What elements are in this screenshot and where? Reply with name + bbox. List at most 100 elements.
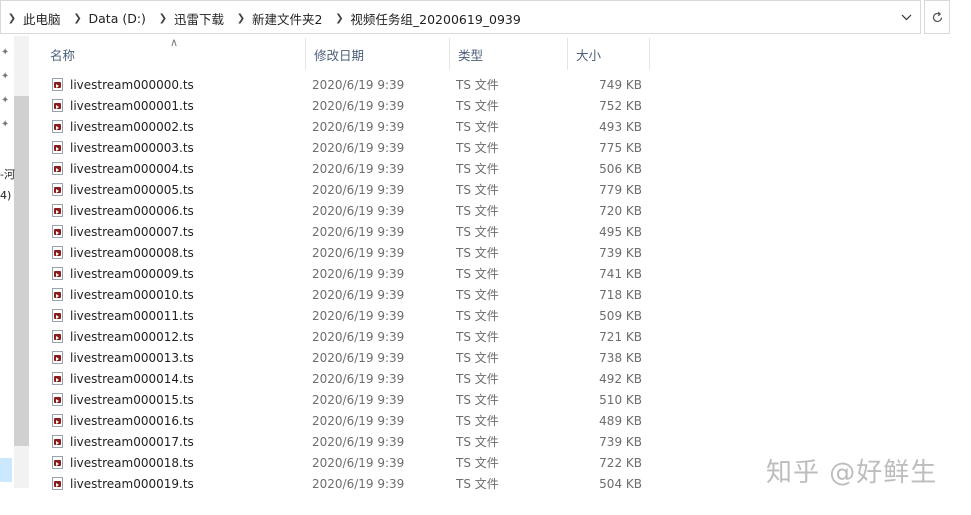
- file-name-cell[interactable]: livestream000019.ts: [52, 477, 194, 491]
- file-name[interactable]: livestream000012.ts: [70, 330, 194, 344]
- file-name[interactable]: livestream000009.ts: [70, 267, 194, 281]
- column-header-date[interactable]: 修改日期: [306, 38, 450, 70]
- file-row[interactable]: livestream000004.ts 2020/6/19 9:39 TS 文件 50…: [42, 158, 662, 179]
- file-row[interactable]: livestream000012.ts 2020/6/19 9:39 TS 文件 72…: [42, 326, 662, 347]
- file-name-cell[interactable]: livestream000003.ts: [52, 141, 194, 155]
- address-history-dropdown[interactable]: [892, 1, 920, 33]
- chevron-right-icon[interactable]: ❯: [156, 13, 170, 24]
- file-name[interactable]: livestream000010.ts: [70, 288, 194, 302]
- file-name-cell[interactable]: livestream000000.ts: [52, 78, 194, 92]
- file-name[interactable]: livestream000016.ts: [70, 414, 194, 428]
- file-date: 2020/6/19 9:39: [312, 182, 405, 197]
- file-row[interactable]: livestream000007.ts 2020/6/19 9:39 TS 文件 49…: [42, 221, 662, 242]
- file-row[interactable]: livestream000002.ts 2020/6/19 9:39 TS 文件 49…: [42, 116, 662, 137]
- column-header-type[interactable]: 类型: [450, 38, 568, 70]
- refresh-icon: [932, 11, 942, 22]
- file-row[interactable]: livestream000009.ts 2020/6/19 9:39 TS 文件 74…: [42, 263, 662, 284]
- file-name-cell[interactable]: livestream000008.ts: [52, 246, 194, 260]
- file-name-cell[interactable]: livestream000001.ts: [52, 99, 194, 113]
- file-type: TS 文件: [456, 162, 499, 176]
- file-type: TS 文件: [456, 330, 499, 344]
- file-name-cell[interactable]: livestream000005.ts: [52, 183, 194, 197]
- file-name[interactable]: livestream000003.ts: [70, 141, 194, 155]
- pin-icon[interactable]: ✦: [1, 71, 11, 83]
- file-name[interactable]: livestream000006.ts: [70, 204, 194, 218]
- file-row[interactable]: livestream000003.ts 2020/6/19 9:39 TS 文件 77…: [42, 137, 662, 158]
- breadcrumb-this-pc[interactable]: 此电脑: [19, 9, 67, 28]
- file-row[interactable]: livestream000010.ts 2020/6/19 9:39 TS 文件 71…: [42, 284, 662, 305]
- file-name[interactable]: livestream000005.ts: [70, 183, 194, 197]
- file-row[interactable]: livestream000000.ts 2020/6/19 9:39 TS 文件 74…: [42, 74, 662, 95]
- file-row[interactable]: livestream000017.ts 2020/6/19 9:39 TS 文件 73…: [42, 431, 662, 452]
- file-row[interactable]: livestream000006.ts 2020/6/19 9:39 TS 文件 72…: [42, 200, 662, 221]
- ts-video-file-icon: [52, 246, 63, 259]
- file-date: 2020/6/19 9:39: [312, 434, 405, 449]
- file-name[interactable]: livestream000015.ts: [70, 393, 194, 407]
- ts-video-file-icon: [52, 351, 63, 364]
- file-name-cell[interactable]: livestream000017.ts: [52, 435, 194, 449]
- pin-icon[interactable]: ✦: [1, 119, 11, 131]
- breadcrumb-current-folder[interactable]: 视频任务组_20200619_0939: [346, 9, 526, 28]
- column-header-size[interactable]: 大小: [568, 38, 650, 70]
- file-size: 741 KB: [599, 266, 642, 281]
- pin-icon[interactable]: ✦: [1, 47, 11, 59]
- file-row[interactable]: livestream000016.ts 2020/6/19 9:39 TS 文件 48…: [42, 410, 662, 431]
- file-name[interactable]: livestream000014.ts: [70, 372, 194, 386]
- refresh-button[interactable]: [924, 0, 950, 34]
- file-name[interactable]: livestream000018.ts: [70, 456, 194, 470]
- file-name-cell[interactable]: livestream000011.ts: [52, 309, 194, 323]
- ts-video-file-icon: [52, 141, 63, 154]
- nav-pane-scrollbar-thumb[interactable]: [14, 96, 29, 446]
- file-row[interactable]: livestream000014.ts 2020/6/19 9:39 TS 文件 49…: [42, 368, 662, 389]
- file-name-cell[interactable]: livestream000012.ts: [52, 330, 194, 344]
- file-row[interactable]: livestream000015.ts 2020/6/19 9:39 TS 文件 51…: [42, 389, 662, 410]
- file-name-cell[interactable]: livestream000002.ts: [52, 120, 194, 134]
- file-name-cell[interactable]: livestream000018.ts: [52, 456, 194, 470]
- file-name[interactable]: livestream000011.ts: [70, 309, 194, 323]
- file-name-cell[interactable]: livestream000016.ts: [52, 414, 194, 428]
- pin-icon[interactable]: ✦: [1, 95, 11, 107]
- nav-item-fragment[interactable]: 4): [0, 189, 11, 202]
- file-name-cell[interactable]: livestream000007.ts: [52, 225, 194, 239]
- ts-video-file-icon: [52, 330, 63, 343]
- file-row[interactable]: livestream000018.ts 2020/6/19 9:39 TS 文件 72…: [42, 452, 662, 473]
- file-name-cell[interactable]: livestream000010.ts: [52, 288, 194, 302]
- file-name[interactable]: livestream000013.ts: [70, 351, 194, 365]
- file-row[interactable]: livestream000011.ts 2020/6/19 9:39 TS 文件 50…: [42, 305, 662, 326]
- chevron-right-icon[interactable]: ❯: [234, 13, 248, 24]
- file-name[interactable]: livestream000001.ts: [70, 99, 194, 113]
- breadcrumb-new-folder-2[interactable]: 新建文件夹2: [248, 9, 328, 28]
- file-type: TS 文件: [456, 309, 499, 323]
- chevron-right-icon[interactable]: ❯: [332, 13, 346, 24]
- chevron-right-icon[interactable]: ❯: [71, 13, 85, 24]
- file-row[interactable]: livestream000001.ts 2020/6/19 9:39 TS 文件 75…: [42, 95, 662, 116]
- file-name[interactable]: livestream000002.ts: [70, 120, 194, 134]
- column-header-name[interactable]: 名称: [42, 38, 306, 70]
- nav-item-selected[interactable]: [0, 458, 12, 482]
- file-type: TS 文件: [456, 99, 499, 113]
- file-name-cell[interactable]: livestream000006.ts: [52, 204, 194, 218]
- nav-item-fragment[interactable]: -河: [0, 166, 15, 182]
- file-size: 510 KB: [599, 392, 642, 407]
- file-name-cell[interactable]: livestream000004.ts: [52, 162, 194, 176]
- file-name[interactable]: livestream000019.ts: [70, 477, 194, 491]
- file-row[interactable]: livestream000005.ts 2020/6/19 9:39 TS 文件 77…: [42, 179, 662, 200]
- chevron-right-icon[interactable]: ❯: [5, 13, 19, 24]
- breadcrumb-thunder-downloads[interactable]: 迅雷下载: [170, 9, 230, 28]
- file-name[interactable]: livestream000004.ts: [70, 162, 194, 176]
- file-name-cell[interactable]: livestream000013.ts: [52, 351, 194, 365]
- file-size: 489 KB: [599, 413, 642, 428]
- file-size: 779 KB: [599, 182, 642, 197]
- file-name-cell[interactable]: livestream000014.ts: [52, 372, 194, 386]
- file-row[interactable]: livestream000013.ts 2020/6/19 9:39 TS 文件 73…: [42, 347, 662, 368]
- file-name[interactable]: livestream000008.ts: [70, 246, 194, 260]
- breadcrumb-data-drive[interactable]: Data (D:): [85, 11, 152, 26]
- file-name[interactable]: livestream000000.ts: [70, 78, 194, 92]
- file-name[interactable]: livestream000017.ts: [70, 435, 194, 449]
- address-bar[interactable]: ❯ 此电脑 ❯ Data (D:) ❯ 迅雷下载 ❯ 新建文件夹2 ❯ 视频任务…: [0, 0, 921, 34]
- file-name-cell[interactable]: livestream000009.ts: [52, 267, 194, 281]
- file-row[interactable]: livestream000019.ts 2020/6/19 9:39 TS 文件 50…: [42, 473, 662, 494]
- file-name[interactable]: livestream000007.ts: [70, 225, 194, 239]
- file-row[interactable]: livestream000008.ts 2020/6/19 9:39 TS 文件 73…: [42, 242, 662, 263]
- file-name-cell[interactable]: livestream000015.ts: [52, 393, 194, 407]
